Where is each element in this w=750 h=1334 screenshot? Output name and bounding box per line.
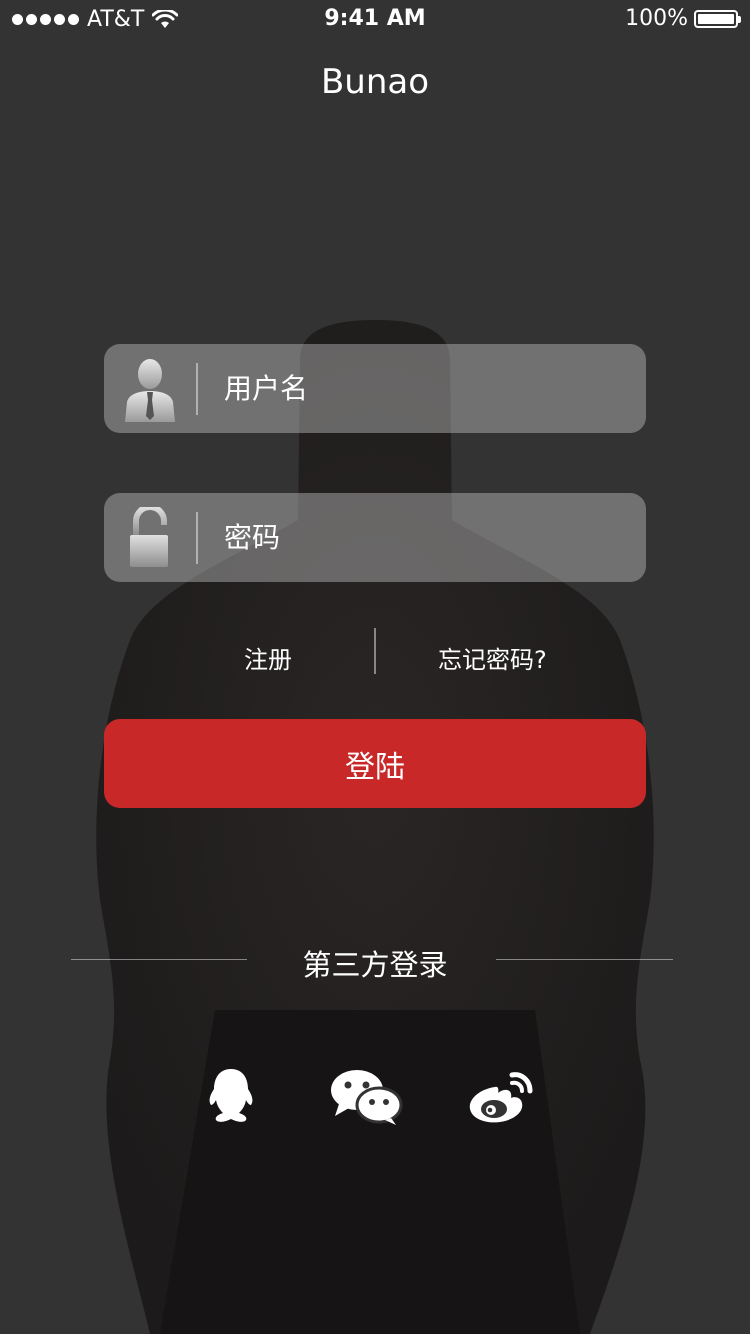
auth-links: 注册 忘记密码? [104, 628, 646, 674]
weibo-icon [469, 1072, 533, 1123]
password-field[interactable] [104, 493, 646, 582]
battery-percent: 100% [625, 6, 688, 31]
login-button[interactable]: 登陆 [104, 719, 646, 808]
battery-icon [694, 9, 741, 28]
status-bar: AT&T 9:41 AM 100% [0, 0, 750, 40]
username-field[interactable] [104, 344, 646, 433]
user-icon [104, 344, 196, 433]
forgot-password-link[interactable]: 忘记密码? [438, 640, 547, 675]
status-right: 100% [625, 6, 741, 31]
wechat-login-button[interactable] [328, 1062, 404, 1132]
weibo-login-button[interactable] [463, 1062, 539, 1132]
links-divider [374, 628, 376, 674]
qq-icon [209, 1069, 253, 1122]
qq-login-button[interactable] [193, 1062, 269, 1132]
third-party-label: 第三方登录 [302, 948, 448, 982]
divider-line [496, 959, 673, 960]
register-link[interactable]: 注册 [244, 640, 292, 675]
lock-icon [104, 493, 196, 582]
username-input[interactable] [198, 344, 646, 433]
third-party-login: 第三方登录 [0, 940, 750, 982]
wechat-icon [331, 1070, 403, 1125]
password-input[interactable] [198, 493, 646, 582]
app-title: Bunao [320, 62, 430, 102]
